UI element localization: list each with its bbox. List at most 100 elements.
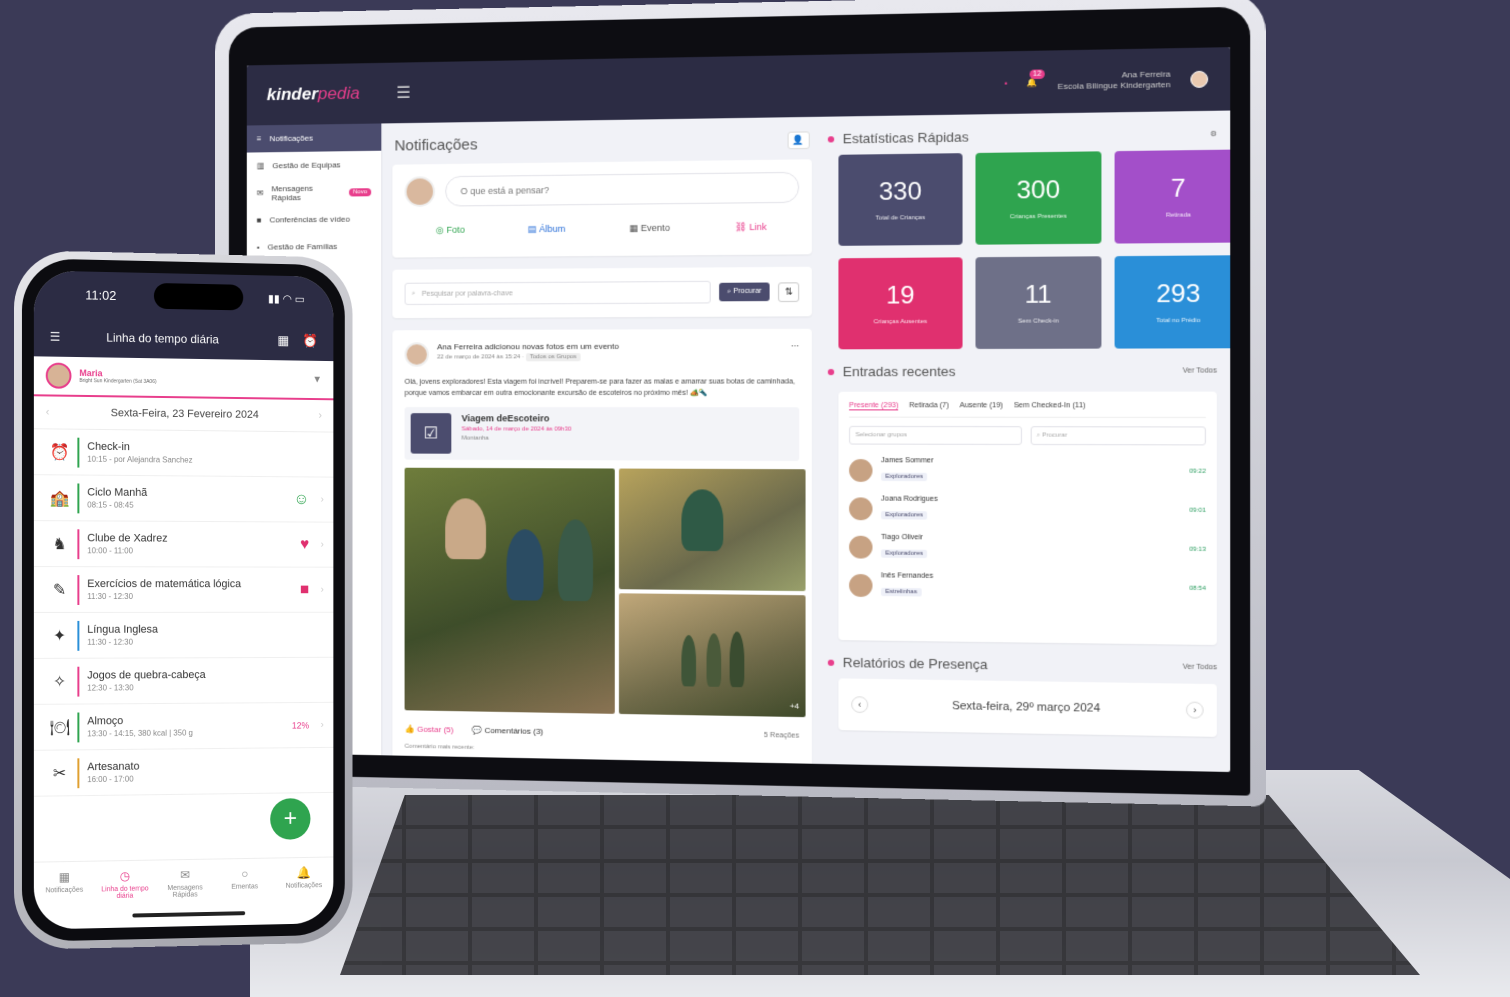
entry-group: Exploradores: [881, 511, 928, 520]
entries-tab[interactable]: Presente (293): [849, 402, 899, 411]
entries-tab[interactable]: Retirada (7): [909, 402, 949, 410]
sidebar-item[interactable]: ■ Conferências de vídeo: [247, 205, 381, 233]
event-button[interactable]: ▦ Evento: [629, 223, 670, 235]
calendar-icon[interactable]: ▦: [277, 333, 289, 349]
timeline-item[interactable]: 🍽 Almoço 13:30 - 14:15, 380 kcal | 350 g 12…: [33, 702, 334, 751]
entries-tab[interactable]: Sem Checked-In (11): [1014, 402, 1086, 410]
home-indicator: [132, 911, 246, 918]
stat-tile[interactable]: 330 Total de Crianças: [838, 153, 963, 246]
next-day-button[interactable]: ›: [318, 410, 322, 422]
stat-tile[interactable]: 7 Retirada: [1114, 149, 1231, 244]
activity-icon: ✧: [52, 673, 67, 691]
search-button[interactable]: ⌕ Procurar: [718, 282, 771, 302]
photo-hiking[interactable]: +4: [618, 593, 806, 718]
like-button[interactable]: 👍 Gostar (5): [405, 725, 454, 735]
entries-search-input[interactable]: ⌕ Procurar: [1030, 426, 1206, 446]
timeline-item[interactable]: ✎ Exercícios de matemática lógica 11:30 - …: [33, 567, 334, 613]
sidebar-item[interactable]: ≡ Notificações: [246, 123, 382, 153]
timeline-bar: [77, 528, 80, 559]
right-column: Estatísticas Rápidas ⚙ 330 Total de Crian…: [827, 111, 1231, 772]
stat-tile[interactable]: 293 Total no Prédio: [1114, 255, 1231, 349]
entry-time: 09:13: [1189, 546, 1206, 553]
activity-title: Ciclo Manhã: [87, 486, 148, 499]
timeline-body: Artesanato 16:00 - 17:00: [87, 759, 324, 784]
photo-girl-map[interactable]: [618, 468, 806, 592]
people-icon[interactable]: 👤: [787, 131, 810, 150]
tab-item[interactable]: 🔔 Notificações: [277, 865, 331, 896]
bell-icon[interactable]: 🔔 12: [1027, 68, 1045, 87]
sidebar-icon: ✉: [256, 188, 264, 198]
group-select[interactable]: Selecionar grupos: [849, 425, 1022, 445]
stat-tile[interactable]: 300 Crianças Presentes: [975, 151, 1102, 245]
settings-icon[interactable]: ⚙: [1210, 129, 1217, 137]
timeline-item[interactable]: ♞ Clube de Xadrez 10:00 - 11:00 ♥ ›: [33, 521, 334, 568]
user-school: Escola Bilíngue Kindergarten: [1057, 79, 1171, 92]
post-text: Olá, jovens exploradores! Esta viagem fo…: [404, 378, 795, 398]
timeline-item[interactable]: 🏫 Ciclo Manhã 08:15 - 08:45 ☺ ›: [33, 475, 334, 523]
list-item[interactable]: James Sommer Exploradores 09:22: [849, 457, 1206, 484]
current-date: Sexta-Feira, 23 Fevereiro 2024: [110, 407, 259, 421]
tab-item[interactable]: ✉ Mensagens Rápidas: [158, 867, 212, 899]
timeline-item[interactable]: ✧ Jogos de quebra-cabeça 12:30 - 13:30: [33, 657, 334, 705]
avatar[interactable]: [1190, 70, 1209, 88]
entries-tab[interactable]: Ausente (19): [960, 402, 1003, 410]
avatar: [849, 496, 873, 520]
photo-scouts-map[interactable]: [404, 468, 615, 715]
comments-button[interactable]: 💬 Comentários (3): [472, 726, 543, 736]
avatar: [849, 573, 873, 597]
app-header: ☰ Linha do tempo diária ▦ ⏰: [33, 316, 334, 362]
sidebar-item[interactable]: ▥ Gestão de Equipas: [247, 151, 381, 180]
stat-tile[interactable]: 19 Crianças Ausentes: [838, 257, 963, 350]
chevron-down-icon: ▼: [312, 374, 322, 385]
child-selector[interactable]: Maria Bright Sun Kindergarten (Sat 3A06)…: [33, 356, 334, 401]
sidebar-item[interactable]: ✉ Mensagens Rápidas Novo: [247, 178, 381, 207]
list-item[interactable]: Joana Rodrigues Exploradores 09:01: [849, 495, 1206, 523]
list-item[interactable]: Tiago Oliveir Exploradores 09:13: [849, 534, 1206, 563]
composer-actions: ◎ Foto ▤ Álbum ▦ Evento ⛓ Link: [405, 221, 800, 236]
prev-date-button[interactable]: ‹: [851, 696, 869, 714]
calendar-check-icon: ☑: [410, 413, 452, 455]
phone-screen: 11:02 ▮▮ ◠ ▭ ☰ Linha do tempo diária ▦ ⏰…: [33, 270, 334, 930]
stat-tile[interactable]: 11 Sem Check-in: [975, 256, 1102, 349]
event-date: Sábado, 14 de março de 2024 às 09h30: [461, 426, 572, 434]
tab-item[interactable]: ◷ Linha do tempo diária: [97, 869, 152, 901]
user-menu[interactable]: Ana Ferreira Escola Bilíngue Kindergarte…: [1058, 70, 1171, 92]
flag-uk-icon[interactable]: ▪: [1005, 78, 1008, 87]
link-button[interactable]: ⛓ Link: [735, 222, 767, 234]
tab-item[interactable]: ○ Ementas: [218, 866, 272, 898]
activity-title: Clube de Xadrez: [87, 532, 168, 545]
activity-time: 08:15 - 08:45: [87, 500, 134, 510]
alarm-icon[interactable]: ⏰: [303, 333, 318, 349]
next-date-button[interactable]: ›: [1185, 701, 1204, 719]
timeline-item[interactable]: ✦ Língua Inglesa 11:30 - 12:30: [33, 612, 334, 659]
event-place: Montanha: [461, 435, 489, 443]
sidebar-item-label: Conferências de vídeo: [269, 214, 350, 225]
menu-icon[interactable]: ☰: [50, 330, 61, 344]
menu-icon[interactable]: ☰: [396, 83, 411, 103]
timeline-item[interactable]: ⏰ Check-in 10:15 - por Alejandra Sanchez: [33, 429, 334, 478]
post-author-line: Ana Ferreira adicionou novas fotos em um…: [437, 341, 619, 352]
laptop: kinderpedia ☰ ▪ 🔔 12 Ana Ferreira Escola …: [215, 0, 1266, 807]
photo-button[interactable]: ◎ Foto: [436, 225, 465, 236]
new-badge: Novo: [348, 187, 372, 196]
entry-time: 08:54: [1189, 585, 1206, 592]
see-all-entries-link[interactable]: Ver Todos: [1183, 367, 1217, 374]
notification-count: 12: [1029, 68, 1045, 79]
more-options-icon[interactable]: ⋯: [791, 341, 799, 366]
search-input[interactable]: ⌕ Pesquisar por palavra-chave: [404, 280, 711, 306]
tab-item[interactable]: ▦ Notificações: [37, 870, 92, 902]
prev-day-button[interactable]: ‹: [46, 406, 50, 418]
activity-icon: ♞: [52, 535, 67, 553]
album-button[interactable]: ▤ Álbum: [528, 224, 566, 236]
composer-input[interactable]: O que está a pensar?: [445, 171, 800, 207]
filter-icon[interactable]: ⇅: [778, 281, 800, 302]
event-card[interactable]: ☑ Viagem deEscoteiro Sábado, 14 de março…: [404, 407, 800, 462]
see-all-reports-link[interactable]: Ver Todos: [1183, 664, 1217, 672]
activity-title: Check-in: [87, 440, 130, 454]
recent-comment-label: Comentário mais recente:: [404, 743, 475, 752]
stat-label: Retirada: [1165, 212, 1191, 219]
add-button[interactable]: +: [270, 798, 311, 840]
list-item[interactable]: Inês Fernandes Estrelinhas 08:54: [849, 572, 1206, 602]
app-logo[interactable]: kinderpedia: [267, 83, 360, 105]
timeline-item[interactable]: ✂ Artesanato 16:00 - 17:00: [33, 747, 334, 797]
